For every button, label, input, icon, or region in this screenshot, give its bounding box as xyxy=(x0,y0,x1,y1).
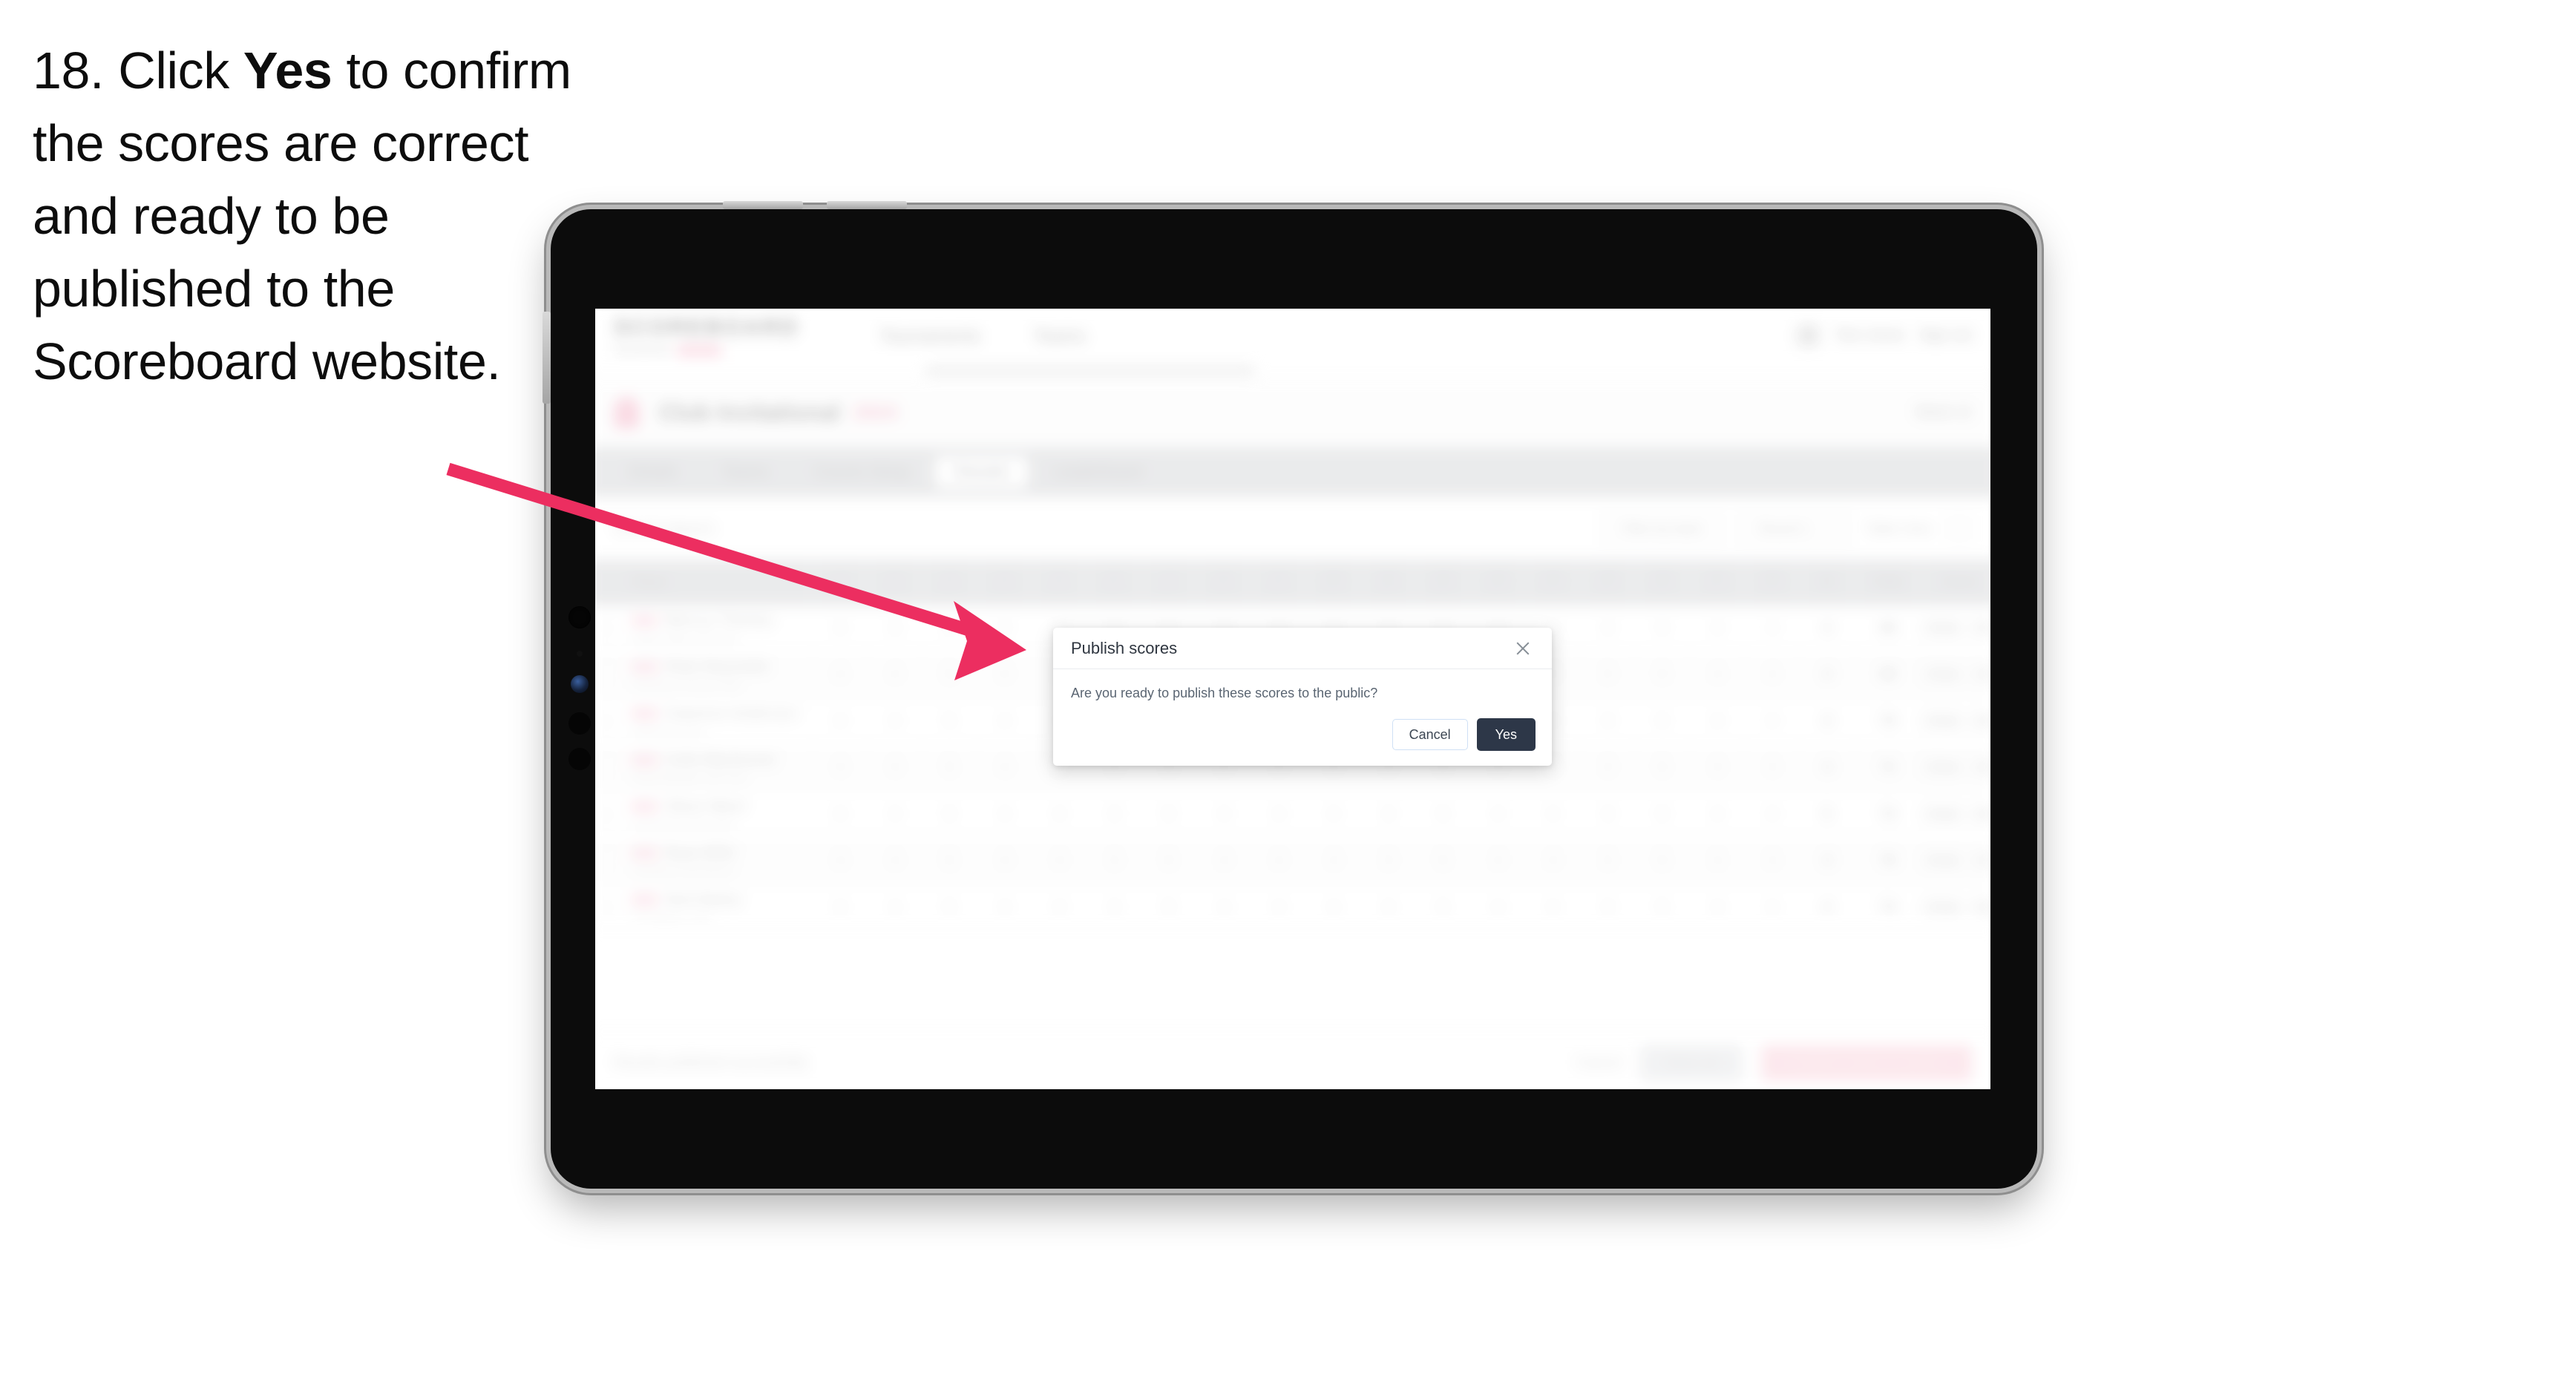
volume-up-button[interactable] xyxy=(723,201,803,209)
slide-canvas: 18. Click Yes to confirm the scores are … xyxy=(0,0,2576,1386)
power-button[interactable] xyxy=(543,312,551,404)
instruction-part-1: Click xyxy=(118,42,243,99)
instruction-emphasis: Yes xyxy=(243,42,332,99)
dialog-actions: Cancel Yes xyxy=(1392,718,1536,751)
tablet-device-mockup: SCOREBOARD Tournaments BETA Tournaments … xyxy=(543,201,2037,1189)
step-number: 18. xyxy=(33,42,105,99)
front-camera-icon xyxy=(568,606,591,628)
dialog-header: Publish scores xyxy=(1053,628,1552,669)
dialog-yes-button[interactable]: Yes xyxy=(1476,718,1536,751)
sensor-aux-icon xyxy=(568,712,591,735)
tablet-screen: SCOREBOARD Tournaments BETA Tournaments … xyxy=(595,309,1990,1089)
dialog-title: Publish scores xyxy=(1071,638,1178,657)
dialog-body: Are you ready to publish these scores to… xyxy=(1053,669,1552,703)
close-icon[interactable] xyxy=(1512,637,1534,660)
camera-lens-icon xyxy=(571,675,589,693)
sensor-dot-icon xyxy=(577,651,583,657)
dialog-message: Are you ready to publish these scores to… xyxy=(1071,686,1378,700)
instruction-text: 18. Click Yes to confirm the scores are … xyxy=(33,34,597,398)
sensor-aux2-icon xyxy=(568,748,591,770)
dialog-cancel-button[interactable]: Cancel xyxy=(1392,719,1468,750)
volume-down-button[interactable] xyxy=(827,201,907,209)
publish-scores-dialog: Publish scores Are you ready to publish … xyxy=(1053,628,1552,766)
